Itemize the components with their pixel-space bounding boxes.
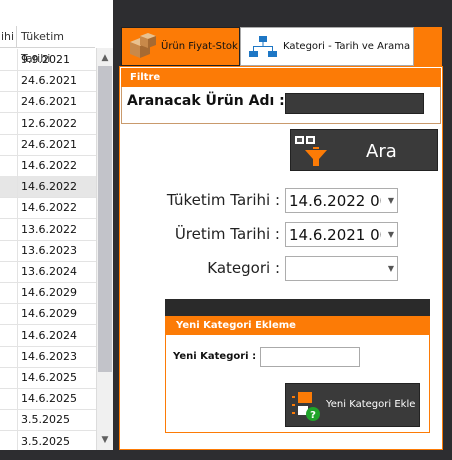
category-select[interactable]: ▼ — [285, 256, 398, 281]
table-cell-left[interactable] — [0, 49, 18, 70]
table-cell-tuketim-tarihi[interactable]: 14.6.2023 — [21, 346, 77, 367]
table-row[interactable]: 14.6.2025 — [0, 388, 96, 411]
table-cell-left[interactable] — [0, 91, 18, 113]
svg-text:?: ? — [310, 410, 316, 421]
table-cell-left[interactable] — [0, 345, 18, 367]
table-row[interactable]: 14.6.2022 — [0, 197, 96, 220]
table-row[interactable]: 14.6.2022 — [0, 155, 96, 177]
table-cell-left[interactable] — [0, 239, 18, 261]
table-cell-tuketim-tarihi[interactable]: 14.6.2022 — [21, 197, 77, 218]
table-row[interactable]: 12.6.2022 — [0, 112, 96, 135]
tab-label-kategori: Kategori - Tarih ve Arama — [283, 41, 411, 52]
consumption-date-value: 14.6.2022 00:00:00 — [289, 192, 381, 210]
tab-kategori-tarih-arama[interactable]: Kategori - Tarih ve Arama — [240, 27, 414, 66]
table-cell-tuketim-tarihi[interactable]: 12.6.2022 — [21, 113, 77, 134]
table-cell-left[interactable] — [0, 261, 18, 282]
chevron-down-icon[interactable]: ▼ — [388, 196, 394, 205]
table-cell-tuketim-tarihi[interactable]: 14.6.2022 — [21, 155, 77, 176]
table-cell-left[interactable] — [0, 155, 18, 176]
table-cell-left[interactable] — [0, 133, 18, 155]
tab-urun-fiyat-stok[interactable]: Ürün Fiyat-Stok — [121, 27, 240, 66]
table-cell-left[interactable] — [0, 112, 18, 134]
chevron-down-icon[interactable]: ▼ — [388, 264, 394, 273]
table-cell-left[interactable] — [0, 324, 18, 346]
scrollbar-thumb[interactable] — [98, 66, 112, 372]
new-category-input[interactable] — [260, 347, 360, 367]
table-cell-tuketim-tarihi[interactable]: 14.6.2029 — [21, 303, 77, 324]
table-cell-left[interactable] — [0, 388, 18, 410]
table-cell-left[interactable] — [0, 176, 18, 198]
column-header-tuketim-tarihi[interactable]: Tüketim Tarihi — [17, 26, 95, 65]
production-date-picker[interactable]: 14.6.2021 00:00:00 ▼ — [285, 222, 398, 247]
table-cell-tuketim-tarihi[interactable]: 24.6.2021 — [21, 91, 77, 112]
boxes-icon — [130, 33, 156, 58]
table-row[interactable]: 24.6.2021 — [0, 70, 96, 93]
data-grid[interactable]: ihi Tüketim Tarihi 9.9.2021 24.6.2021 24.6… — [0, 0, 113, 460]
consumption-date-label: Tüketim Tarihi : — [166, 191, 280, 209]
table-row[interactable]: 14.6.2029 — [0, 303, 96, 326]
new-category-label: Yeni Kategori : — [173, 351, 257, 362]
scroll-down-icon[interactable]: ▼ — [97, 432, 113, 448]
search-button-label: Ara — [366, 141, 397, 162]
filter-icon — [295, 136, 327, 166]
group-top-bar — [165, 299, 430, 316]
table-cell-left[interactable] — [0, 70, 18, 92]
table-cell-left[interactable] — [0, 409, 18, 431]
table-cell-left[interactable] — [0, 197, 18, 219]
table-cell-tuketim-tarihi[interactable]: 24.6.2021 — [21, 134, 77, 155]
table-row[interactable]: 14.6.2023 — [0, 345, 96, 368]
table-cell-tuketim-tarihi[interactable]: 24.6.2021 — [21, 70, 77, 91]
vertical-scrollbar[interactable]: ▲ ▼ — [96, 48, 113, 450]
table-cell-tuketim-tarihi[interactable]: 3.5.2025 — [21, 409, 70, 430]
table-row[interactable]: 13.6.2024 — [0, 261, 96, 283]
table-cell-left[interactable] — [0, 282, 18, 304]
table-row[interactable]: 3.5.2025 — [0, 409, 96, 432]
table-cell-tuketim-tarihi[interactable]: 14.6.2025 — [21, 388, 77, 409]
table-row[interactable]: 14.6.2024 — [0, 324, 96, 347]
filtre-header: Filtre — [121, 68, 441, 87]
table-row[interactable]: 14.6.2022 — [0, 176, 96, 199]
add-category-button[interactable]: ? Yeni Kategori Ekle — [285, 383, 420, 427]
table-cell-tuketim-tarihi[interactable]: 14.6.2024 — [21, 325, 77, 346]
table-row[interactable]: 24.6.2021 — [0, 91, 96, 114]
table-cell-tuketim-tarihi[interactable]: 14.6.2025 — [21, 367, 77, 388]
table-cell-left[interactable] — [0, 303, 18, 325]
table-cell-left[interactable] — [0, 430, 18, 452]
table-row[interactable]: 13.6.2022 — [0, 218, 96, 241]
column-header-left[interactable]: ihi — [0, 26, 17, 48]
category-label: Kategori : — [207, 259, 280, 277]
add-category-icon: ? — [292, 392, 320, 421]
table-cell-tuketim-tarihi[interactable]: 14.6.2022 — [21, 176, 77, 197]
table-cell-tuketim-tarihi[interactable]: 13.6.2024 — [21, 261, 77, 282]
product-name-label: Aranacak Ürün Adı : — [127, 93, 285, 109]
table-row[interactable]: 24.6.2021 — [0, 133, 96, 156]
tab-strip-fill — [414, 27, 442, 66]
consumption-date-picker[interactable]: 14.6.2022 00:00:00 ▼ — [285, 188, 398, 213]
new-category-header: Yeni Kategori Ekleme — [165, 316, 430, 335]
sitemap-icon — [249, 36, 277, 57]
table-cell-tuketim-tarihi[interactable]: 14.6.2029 — [21, 282, 77, 303]
table-cell-tuketim-tarihi[interactable]: 13.6.2022 — [21, 219, 77, 240]
table-row[interactable]: 9.9.2021 — [0, 49, 96, 71]
production-date-value: 14.6.2021 00:00:00 — [289, 226, 381, 244]
scroll-up-icon[interactable]: ▲ — [97, 50, 113, 66]
chevron-down-icon[interactable]: ▼ — [388, 230, 394, 239]
search-button[interactable]: Ara — [290, 129, 438, 171]
table-row[interactable]: 14.6.2029 — [0, 282, 96, 305]
table-cell-tuketim-tarihi[interactable]: 3.5.2025 — [21, 431, 70, 452]
grid-bottom-gap — [0, 450, 113, 460]
table-cell-tuketim-tarihi[interactable]: 9.9.2021 — [21, 49, 70, 70]
tab-label-urun-fiyat-stok: Ürün Fiyat-Stok — [161, 41, 238, 52]
table-cell-tuketim-tarihi[interactable]: 13.6.2023 — [21, 240, 77, 261]
production-date-label: Üretim Tarihi : — [174, 225, 280, 243]
table-cell-left[interactable] — [0, 367, 18, 388]
table-cell-left[interactable] — [0, 218, 18, 240]
add-category-button-label: Yeni Kategori Ekle — [326, 399, 416, 410]
table-row[interactable]: 14.6.2025 — [0, 367, 96, 389]
product-name-input[interactable] — [285, 93, 424, 114]
table-row[interactable]: 13.6.2023 — [0, 239, 96, 262]
